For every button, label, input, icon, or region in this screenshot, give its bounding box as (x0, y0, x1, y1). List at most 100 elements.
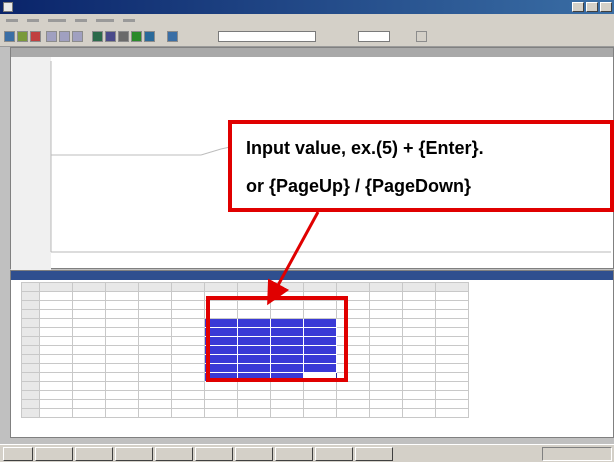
taskbar-button[interactable] (155, 446, 193, 461)
table-cell[interactable] (435, 381, 469, 391)
table-cell[interactable] (237, 381, 271, 391)
menu-item[interactable] (75, 19, 87, 22)
table-cell[interactable] (171, 300, 205, 310)
table-cell[interactable] (171, 354, 205, 364)
table-cell[interactable] (369, 318, 403, 328)
table-cell[interactable] (105, 381, 139, 391)
table-cell[interactable] (105, 336, 139, 346)
minimize-button[interactable] (572, 2, 584, 12)
table-cell[interactable] (369, 372, 403, 382)
table-cell[interactable] (402, 381, 436, 391)
table-cell[interactable] (138, 291, 172, 301)
open-icon[interactable] (17, 31, 28, 42)
table-cell[interactable] (369, 399, 403, 409)
table-cell[interactable] (138, 309, 172, 319)
table-cell[interactable] (72, 363, 106, 373)
table-cell[interactable] (72, 354, 106, 364)
table-cell[interactable] (369, 327, 403, 337)
table-cell[interactable] (336, 381, 370, 391)
table-cell[interactable] (72, 408, 106, 418)
table-cell[interactable] (402, 354, 436, 364)
table-cell[interactable] (402, 291, 436, 301)
table-cell[interactable] (39, 408, 73, 418)
table-cell[interactable] (105, 399, 139, 409)
table-cell[interactable] (435, 309, 469, 319)
taskbar-button[interactable] (315, 446, 353, 461)
table-cell[interactable] (303, 381, 337, 391)
table-cell[interactable] (72, 318, 106, 328)
table-cell[interactable] (72, 336, 106, 346)
table-cell[interactable] (72, 309, 106, 319)
table-cell[interactable] (72, 372, 106, 382)
taskbar-button[interactable] (355, 446, 393, 461)
table-cell[interactable] (336, 408, 370, 418)
table-cell[interactable] (402, 327, 436, 337)
menu-item[interactable] (96, 19, 114, 22)
table-cell[interactable] (369, 336, 403, 346)
toolbar-button[interactable] (72, 31, 83, 42)
table-cell[interactable] (336, 390, 370, 400)
toolbar-button[interactable] (118, 31, 129, 42)
table-cell[interactable] (270, 381, 304, 391)
table-cell[interactable] (303, 399, 337, 409)
table-cell[interactable] (435, 327, 469, 337)
table-cell[interactable] (72, 390, 106, 400)
table-cell[interactable] (369, 408, 403, 418)
toolbar-button[interactable] (59, 31, 70, 42)
table-cell[interactable] (435, 408, 469, 418)
table-cell[interactable] (336, 399, 370, 409)
table-cell[interactable] (402, 390, 436, 400)
table-cell[interactable] (39, 381, 73, 391)
table-cell[interactable] (39, 354, 73, 364)
menu-item[interactable] (48, 19, 66, 22)
table-cell[interactable] (105, 327, 139, 337)
table-cell[interactable] (138, 381, 172, 391)
start-button[interactable] (3, 446, 33, 461)
table-icon[interactable] (105, 31, 116, 42)
table-cell[interactable] (39, 336, 73, 346)
table-cell[interactable] (138, 354, 172, 364)
table-cell[interactable] (138, 300, 172, 310)
table-cell[interactable] (171, 291, 205, 301)
table-cell[interactable] (138, 318, 172, 328)
table-cell[interactable] (303, 390, 337, 400)
table-cell[interactable] (138, 345, 172, 355)
table-cell[interactable] (138, 336, 172, 346)
toolbar-button[interactable] (167, 31, 178, 42)
taskbar-button[interactable] (275, 446, 313, 461)
table-cell[interactable] (72, 399, 106, 409)
table-cell[interactable] (204, 381, 238, 391)
toolbar-button[interactable] (416, 31, 427, 42)
table-cell[interactable] (105, 354, 139, 364)
table-cell[interactable] (369, 390, 403, 400)
table-cell[interactable] (369, 291, 403, 301)
table-cell[interactable] (171, 318, 205, 328)
menu-item[interactable] (6, 19, 18, 22)
menu-item[interactable] (123, 19, 135, 22)
table-cell[interactable] (171, 381, 205, 391)
table-cell[interactable] (171, 363, 205, 373)
table-cell[interactable] (171, 399, 205, 409)
table-cell[interactable] (39, 345, 73, 355)
table-cell[interactable] (39, 363, 73, 373)
table-cell[interactable] (270, 408, 304, 418)
table-cell[interactable] (39, 390, 73, 400)
table-cell[interactable] (402, 309, 436, 319)
table-cell[interactable] (39, 318, 73, 328)
close-button[interactable] (600, 2, 612, 12)
table-cell[interactable] (138, 390, 172, 400)
table-cell[interactable] (369, 381, 403, 391)
maximize-button[interactable] (586, 2, 598, 12)
table-cell[interactable] (435, 318, 469, 328)
table-cell[interactable] (105, 345, 139, 355)
table-cell[interactable] (72, 381, 106, 391)
table-cell[interactable] (171, 327, 205, 337)
table-cell[interactable] (72, 345, 106, 355)
table-cell[interactable] (402, 399, 436, 409)
print-icon[interactable] (30, 31, 41, 42)
table-cell[interactable] (435, 390, 469, 400)
table-cell[interactable] (402, 408, 436, 418)
table-cell[interactable] (171, 345, 205, 355)
table-cell[interactable] (435, 291, 469, 301)
table-cell[interactable] (138, 399, 172, 409)
